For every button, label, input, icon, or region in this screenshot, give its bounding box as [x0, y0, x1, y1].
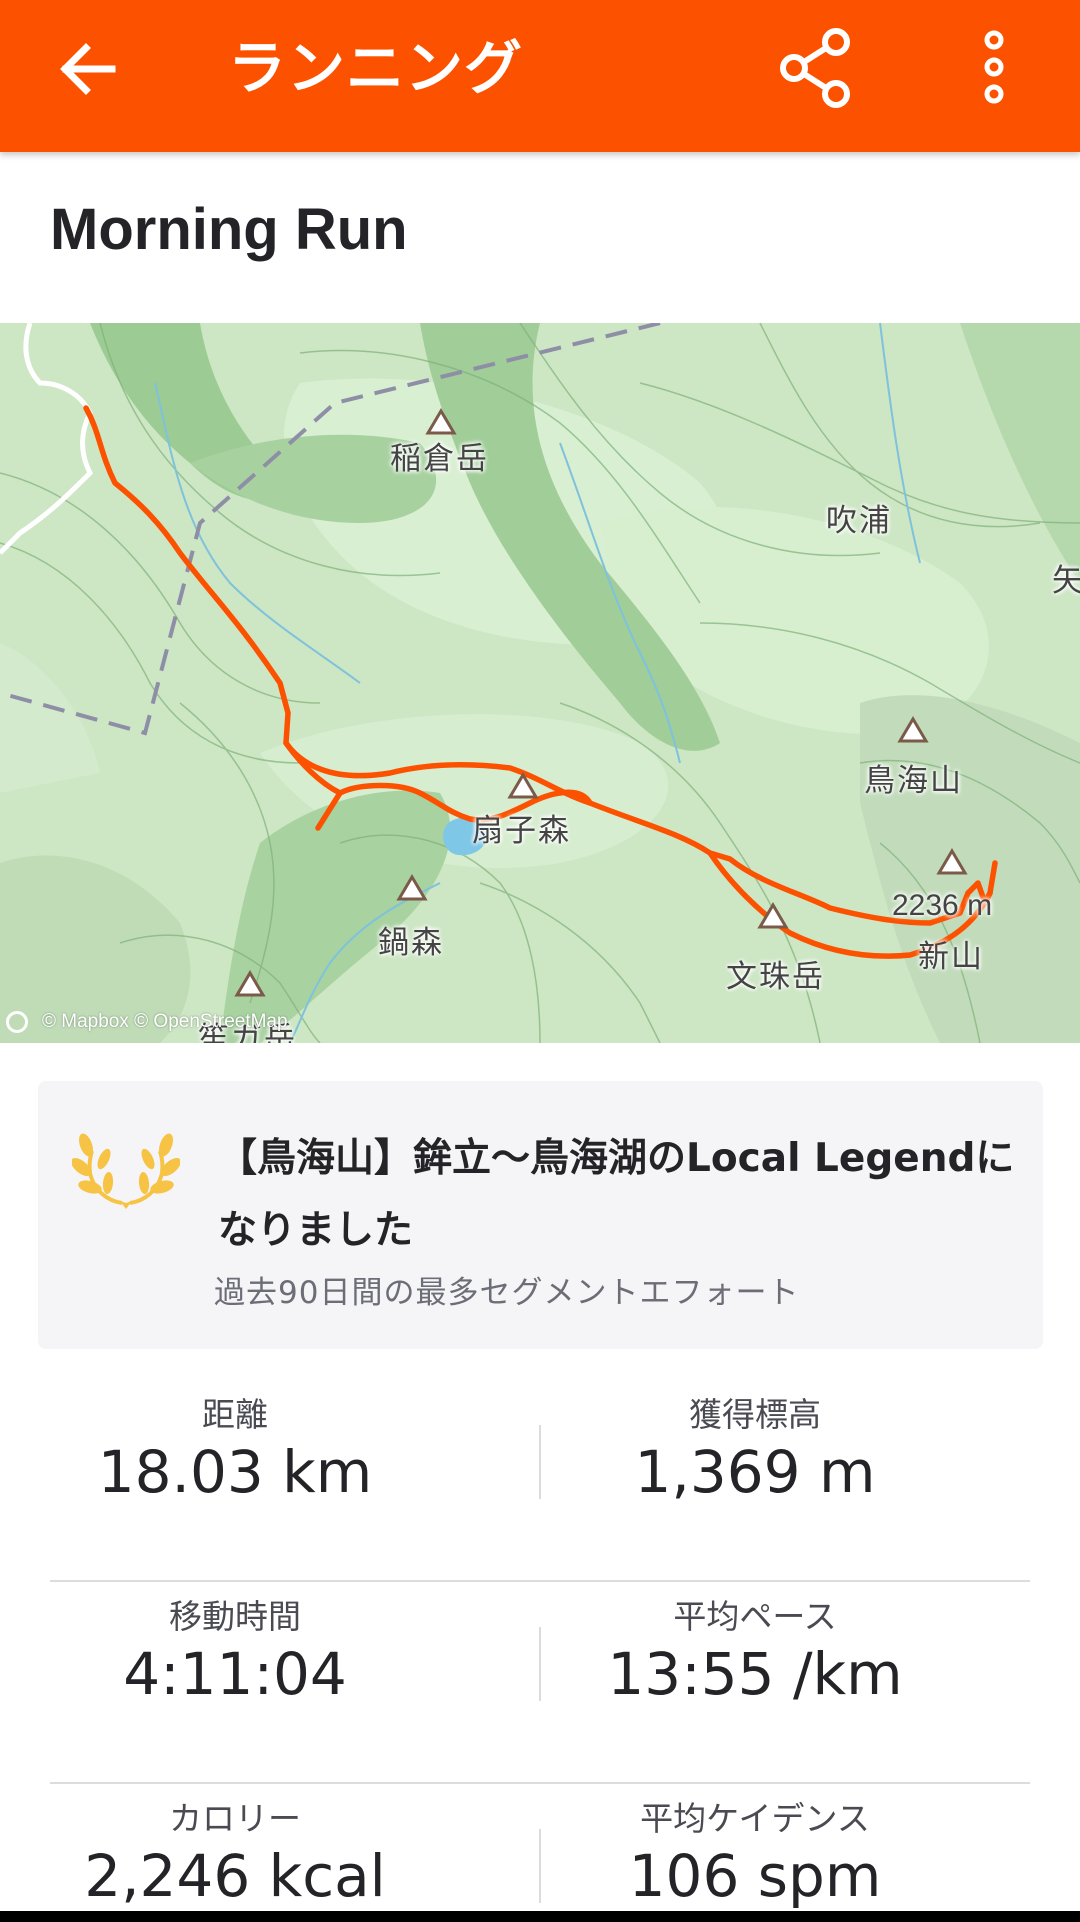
- map-label-inakura: 稲倉岳: [390, 441, 489, 477]
- stat-distance: 距離 18.03 km: [50, 1380, 540, 1582]
- local-legend-subtitle: 過去90日間の最多セグメントエフォート: [214, 1275, 800, 1311]
- stat-average-pace: 平均ペース 13:55 /km: [540, 1582, 1030, 1784]
- more-options-button[interactable]: [966, 22, 1022, 114]
- map-label-ougi: 扇子森: [472, 813, 571, 849]
- stat-value: 18.03 km: [97, 1438, 373, 1506]
- stat-label: 獲得標高: [689, 1395, 821, 1434]
- map-label-elevation: 2236 m: [892, 889, 993, 922]
- stat-average-cadence: 平均ケイデンス 106 spm: [540, 1784, 1030, 1922]
- route-map[interactable]: 稲倉岳 吹浦 矢 鳥海山 扇子森 鍋森 2236 m 新山 文珠岳 笙ガ岳 © …: [0, 323, 1080, 1043]
- map-label-monju: 文珠岳: [726, 959, 825, 995]
- arrow-left-icon: [60, 43, 116, 95]
- laurel-icon: [72, 1133, 180, 1209]
- activity-stats: 距離 18.03 km 獲得標高 1,369 m 移動時間 4:11:04 平均…: [50, 1380, 1030, 1922]
- local-legend-card[interactable]: 【鳥海山】鉾立～鳥海湖のLocal Legendになりました 過去90日間の最多…: [38, 1081, 1043, 1349]
- stat-label: 平均ケイデンス: [640, 1799, 870, 1838]
- stat-label: 距離: [202, 1395, 268, 1434]
- stats-row: カロリー 2,246 kcal 平均ケイデンス 106 spm: [50, 1784, 1030, 1922]
- back-button[interactable]: [46, 26, 132, 112]
- stat-value: 2,246 kcal: [84, 1842, 386, 1910]
- app-bar: ランニング: [0, 0, 1080, 152]
- stat-value: 1,369 m: [634, 1438, 876, 1506]
- stat-label: 移動時間: [169, 1597, 301, 1636]
- stat-label: 平均ペース: [673, 1597, 837, 1636]
- stat-label: カロリー: [169, 1799, 301, 1838]
- stat-elevation-gain: 獲得標高 1,369 m: [540, 1380, 1030, 1582]
- stat-value: 4:11:04: [123, 1640, 347, 1708]
- app-bar-title: ランニング: [228, 34, 524, 102]
- stats-row: 移動時間 4:11:04 平均ペース 13:55 /km: [50, 1582, 1030, 1784]
- map-label-fukiura: 吹浦: [826, 503, 892, 539]
- local-legend-title: 【鳥海山】鉾立～鳥海湖のLocal Legendになりました: [218, 1136, 1015, 1253]
- stat-value: 13:55 /km: [607, 1640, 903, 1708]
- stat-calories: カロリー 2,246 kcal: [50, 1784, 540, 1922]
- activity-title: Morning Run: [50, 197, 408, 262]
- map-attribution[interactable]: © Mapbox © OpenStreetMap: [6, 1011, 288, 1033]
- stats-row: 距離 18.03 km 獲得標高 1,369 m: [50, 1380, 1030, 1582]
- map-label-chokai: 鳥海山: [864, 763, 963, 799]
- more-vertical-icon: [984, 30, 1004, 104]
- stat-moving-time: 移動時間 4:11:04: [50, 1582, 540, 1784]
- map-label-shinzan: 新山: [918, 939, 984, 975]
- share-button[interactable]: [770, 22, 862, 114]
- map-label-nabe: 鍋森: [378, 925, 444, 961]
- share-icon: [780, 28, 850, 108]
- map-label-edge: 矢: [1052, 563, 1080, 599]
- map-attribution-text: © Mapbox © OpenStreetMap: [42, 1011, 288, 1033]
- stat-value: 106 spm: [628, 1842, 882, 1910]
- mapbox-logo-icon: [6, 1011, 28, 1033]
- system-nav-bar: [0, 1911, 1080, 1922]
